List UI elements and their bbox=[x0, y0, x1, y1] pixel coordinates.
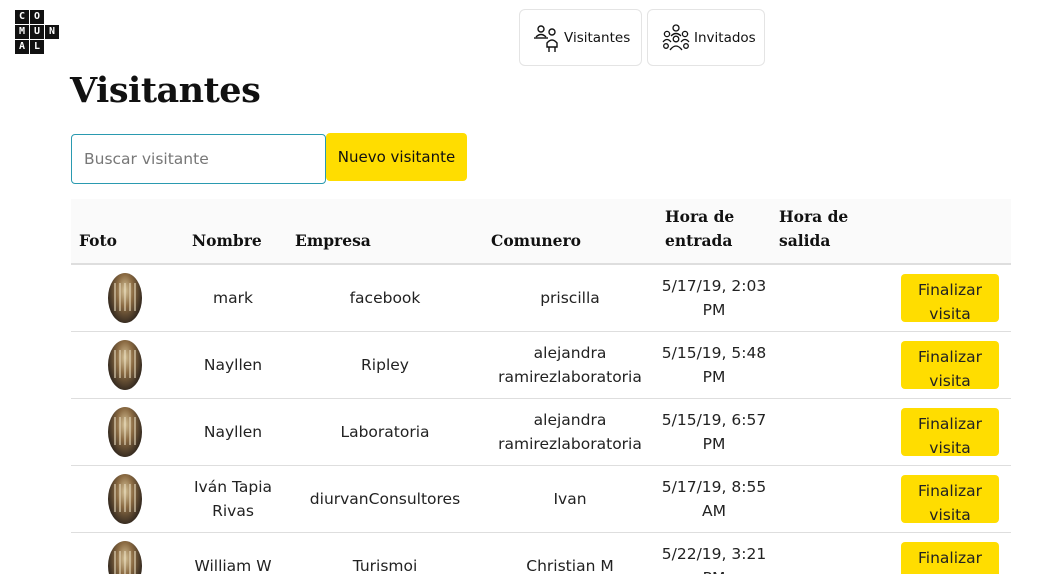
logo-letter: A bbox=[15, 40, 29, 54]
visitor-exit-time bbox=[771, 331, 881, 399]
visitor-photo bbox=[108, 339, 142, 390]
visitor-name: mark bbox=[179, 264, 287, 332]
visitor-company: Ripley bbox=[287, 331, 483, 399]
column-header-hora-entrada: Hora de entrada bbox=[657, 199, 771, 265]
visitor-photo bbox=[108, 540, 142, 574]
logo-letter: C bbox=[15, 10, 29, 24]
table-row: William W Turismoi Christian M 5/22/19, … bbox=[71, 532, 1011, 574]
visitor-company: facebook bbox=[287, 264, 483, 332]
visitor-comunero: Ivan bbox=[483, 465, 657, 533]
finish-visit-button[interactable]: Finalizar visita bbox=[901, 474, 999, 523]
visitor-company: Turismoi bbox=[287, 532, 483, 574]
visitor-company: Laboratoria bbox=[287, 398, 483, 466]
new-visitor-button[interactable]: Nuevo visitante bbox=[326, 133, 467, 181]
guests-icon bbox=[660, 23, 692, 53]
table-row: mark facebook priscilla 5/17/19, 2:03 PM… bbox=[71, 264, 1011, 332]
finish-visit-button[interactable]: Finalizar visita bbox=[901, 541, 999, 574]
table-header-row: Foto Nombre Empresa Comunero Hora de ent… bbox=[71, 199, 1011, 265]
nav-visitantes-label: Visitantes bbox=[564, 29, 631, 46]
column-header-nombre: Nombre bbox=[179, 199, 287, 265]
visitor-exit-time bbox=[771, 264, 881, 332]
logo-letter: O bbox=[30, 10, 44, 24]
visitor-name: William W bbox=[179, 532, 287, 574]
comunal-logo[interactable]: C O M U N A L bbox=[15, 10, 59, 54]
visitor-comunero: Christian M bbox=[483, 532, 657, 574]
visitor-entry-time: 5/15/19, 6:57 PM bbox=[657, 398, 771, 466]
logo-letter: U bbox=[30, 25, 44, 39]
visitor-name: Iván Tapia Rivas bbox=[179, 465, 287, 533]
table-row: Nayllen Ripley alejandra ramirezlaborato… bbox=[71, 331, 1011, 399]
visitor-photo bbox=[108, 406, 142, 457]
visitor-exit-time bbox=[771, 465, 881, 533]
visitor-photo bbox=[108, 272, 142, 323]
visitor-entry-time: 5/15/19, 5:48 PM bbox=[657, 331, 771, 399]
search-input[interactable] bbox=[71, 134, 326, 184]
logo-letter: N bbox=[45, 25, 59, 39]
column-header-comunero: Comunero bbox=[483, 199, 657, 265]
visitor-icon bbox=[532, 23, 562, 53]
top-nav: Visitantes Invitados bbox=[519, 9, 765, 66]
finish-visit-button[interactable]: Finalizar visita bbox=[901, 407, 999, 456]
logo-blank bbox=[45, 40, 59, 54]
visitor-name: Nayllen bbox=[179, 331, 287, 399]
visitor-comunero: alejandra ramirezlaboratoria bbox=[483, 398, 657, 466]
visitor-comunero: priscilla bbox=[483, 264, 657, 332]
nav-visitantes-button[interactable]: Visitantes bbox=[519, 9, 642, 66]
visitor-exit-time bbox=[771, 398, 881, 466]
nav-invitados-label: Invitados bbox=[694, 29, 756, 46]
logo-blank bbox=[45, 10, 59, 24]
visitor-photo bbox=[108, 473, 142, 524]
visitor-company: diurvanConsultores bbox=[287, 465, 483, 533]
logo-letter: L bbox=[30, 40, 44, 54]
visitor-entry-time: 5/17/19, 8:55 AM bbox=[657, 465, 771, 533]
column-header-hora-salida: Hora de salida bbox=[771, 199, 881, 265]
column-header-actions bbox=[881, 199, 1011, 265]
visitor-comunero: alejandra ramirezlaboratoria bbox=[483, 331, 657, 399]
page-title: Visitantes bbox=[70, 70, 261, 111]
visitor-entry-time: 5/22/19, 3:21 PM bbox=[657, 532, 771, 574]
logo-letter: M bbox=[15, 25, 29, 39]
visitor-entry-time: 5/17/19, 2:03 PM bbox=[657, 264, 771, 332]
finish-visit-button[interactable]: Finalizar visita bbox=[901, 340, 999, 389]
visitors-table: Foto Nombre Empresa Comunero Hora de ent… bbox=[71, 199, 1011, 574]
table-row: Nayllen Laboratoria alejandra ramirezlab… bbox=[71, 398, 1011, 466]
finish-visit-button[interactable]: Finalizar visita bbox=[901, 273, 999, 322]
column-header-empresa: Empresa bbox=[287, 199, 483, 265]
table-row: Iván Tapia Rivas diurvanConsultores Ivan… bbox=[71, 465, 1011, 533]
visitor-exit-time bbox=[771, 532, 881, 574]
visitor-name: Nayllen bbox=[179, 398, 287, 466]
column-header-foto: Foto bbox=[71, 199, 179, 265]
nav-invitados-button[interactable]: Invitados bbox=[647, 9, 765, 66]
